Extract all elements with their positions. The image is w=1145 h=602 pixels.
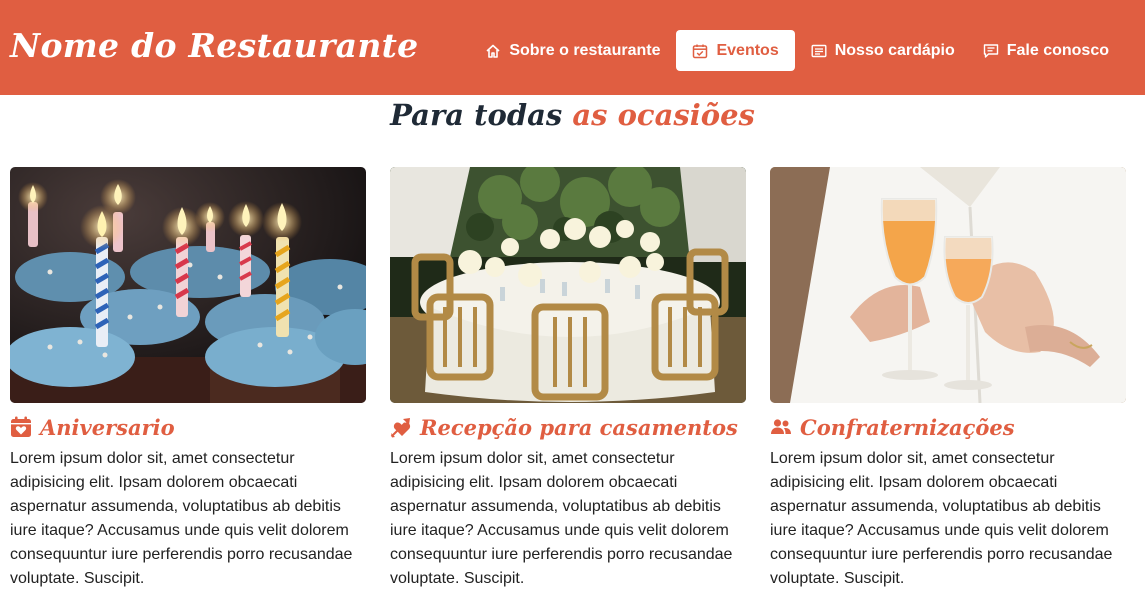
card-title-label: Aniversario (40, 414, 175, 440)
nav-item-label: Sobre o restaurante (509, 41, 661, 59)
nav-item-eventos[interactable]: Eventos (676, 30, 795, 71)
calendar-heart-icon (10, 416, 32, 438)
card-description: Lorem ipsum dolor sit, amet consectetur … (390, 450, 733, 587)
menu-list-icon (811, 43, 827, 59)
wedding-reception-photo (390, 167, 746, 403)
card-title: Aniversario (10, 413, 366, 441)
event-card-confraternizacoes: Confraternizações Lorem ipsum dolor sit,… (770, 167, 1126, 591)
event-card-casamentos: Recepção para casamentos Lorem ipsum dol… (390, 167, 746, 591)
card-title-label: Confraternizações (800, 414, 1015, 440)
section-title-part1: Para todas (390, 98, 563, 132)
glasses-toast-photo (770, 167, 1126, 403)
section-title-part2: as ocasiões (572, 98, 755, 132)
nav-item-label: Fale conosco (1006, 41, 1109, 59)
card-description: Lorem ipsum dolor sit, amet consectetur … (10, 450, 353, 587)
birthday-photo (10, 167, 366, 403)
chat-icon (983, 43, 999, 59)
card-title-label: Recepção para casamentos (420, 414, 738, 440)
nav-item-label: Eventos (716, 41, 779, 59)
main-nav: Sobre o restaurante Eventos Nosso cardáp… (473, 30, 1121, 71)
card-description: Lorem ipsum dolor sit, amet consectetur … (770, 450, 1113, 587)
card-title: Recepção para casamentos (390, 413, 746, 441)
heart-arrow-icon (390, 416, 412, 438)
brand-logo-text[interactable]: Nome do Restaurante (10, 26, 418, 65)
users-icon (770, 416, 792, 438)
nav-item-contato[interactable]: Fale conosco (971, 30, 1121, 71)
event-card-aniversario: Aniversario Lorem ipsum dolor sit, amet … (10, 167, 366, 591)
nav-item-cardapio[interactable]: Nosso cardápio (799, 30, 967, 71)
nav-item-label: Nosso cardápio (834, 41, 955, 59)
section-title: Para todas as ocasiões (0, 98, 1145, 132)
site-header: Nome do Restaurante Sobre o restaurante … (0, 0, 1145, 95)
nav-item-sobre[interactable]: Sobre o restaurante (473, 30, 672, 71)
card-title: Confraternizações (770, 413, 1126, 441)
home-icon (485, 43, 501, 59)
calendar-check-icon (692, 43, 708, 59)
